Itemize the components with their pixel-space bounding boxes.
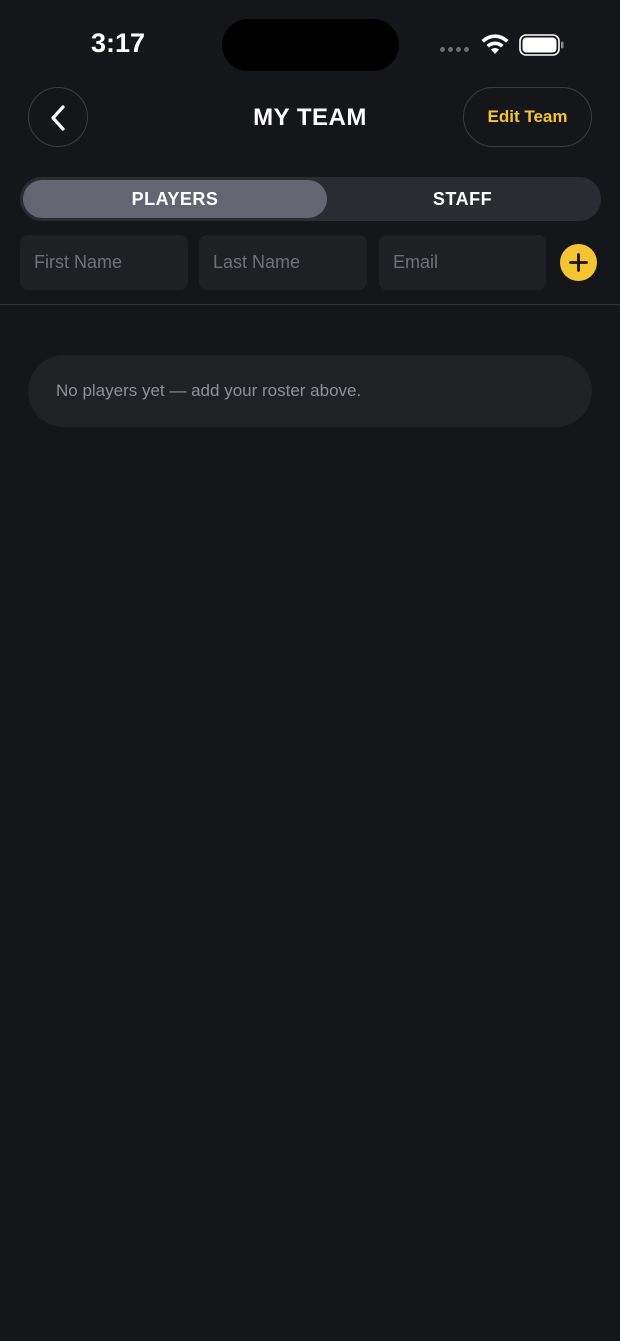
cellular-signal-icon [440,47,472,55]
status-time: 3:17 [90,28,146,58]
add-player-form [0,235,620,291]
first-name-input[interactable] [20,235,188,290]
tab-staff[interactable]: STAFF [327,180,598,218]
email-input[interactable] [379,235,546,290]
empty-state-message: No players yet — add your roster above. [56,381,362,400]
battery-icon [519,34,564,56]
empty-state: No players yet — add your roster above. [28,355,592,427]
plus-icon [569,253,588,272]
dynamic-island [222,19,399,71]
header: MY TEAM Edit Team [0,86,620,150]
page-title: MY TEAM [253,104,367,131]
divider [0,304,620,305]
last-name-input[interactable] [199,235,367,290]
add-player-button[interactable] [560,244,597,281]
tab-players[interactable]: PLAYERS [23,180,327,218]
wifi-icon [481,34,509,54]
edit-team-button[interactable]: Edit Team [463,87,592,147]
back-button[interactable] [28,87,88,147]
segmented-control: PLAYERS STAFF [20,177,601,221]
chevron-left-icon [51,105,65,131]
status-bar: 3:17 [0,0,620,90]
